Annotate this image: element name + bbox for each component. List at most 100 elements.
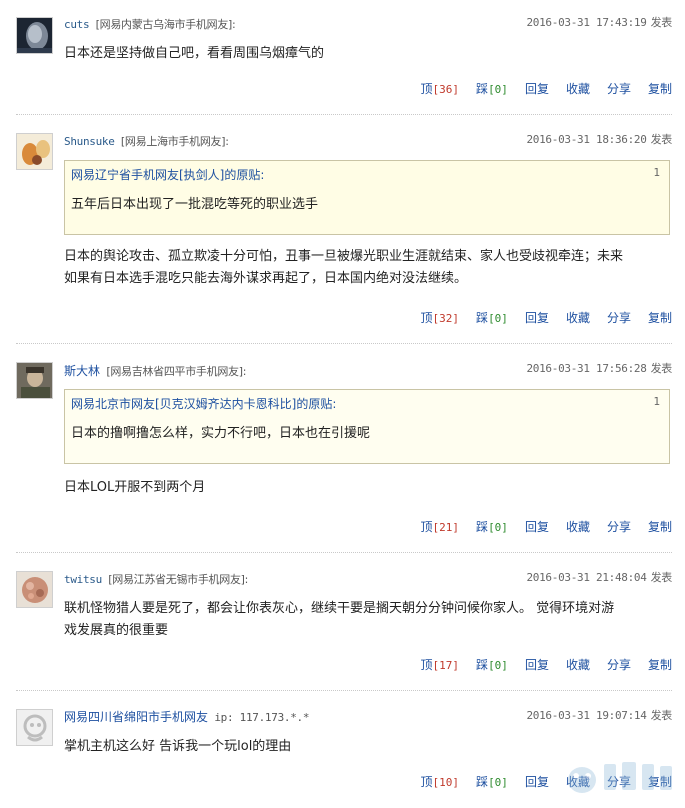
comment-time: 2016-03-31 18:36:20 发表 [526, 131, 672, 147]
publish-label: 发表 [650, 362, 673, 375]
ip-address: 117.173.*.* [239, 711, 310, 724]
quote-floor-number: 1 [653, 395, 660, 408]
collect-button[interactable]: 收藏 [566, 80, 590, 97]
downvote-button[interactable]: 踩[0] [476, 656, 508, 673]
downvote-label: 踩 [476, 775, 489, 789]
comment-text: 联机怪物猎人要是死了，都会让你表灰心，继续干要是搁天朝分分钟问候你家人。 觉得环… [64, 598, 672, 642]
reply-button[interactable]: 回复 [525, 656, 549, 673]
upvote-count: [10] [432, 776, 460, 789]
username[interactable]: cuts [64, 18, 90, 31]
share-button[interactable]: 分享 [607, 656, 631, 673]
publish-label: 发表 [650, 16, 673, 29]
share-button[interactable]: 分享 [607, 309, 631, 326]
comment-text-line: 如果有日本选手混吃只能去海外谋求再起了，日本国内绝对没法继续。 [64, 271, 468, 286]
timestamp: 2016-03-31 19:07:14 [526, 709, 647, 722]
collect-button[interactable]: 收藏 [566, 656, 590, 673]
reply-button[interactable]: 回复 [525, 518, 549, 535]
quote-text: 五年后日本出现了一批混吃等死的职业选手 [71, 197, 319, 212]
comment-actions: 顶[32] 踩[0] 回复 收藏 分享 复制 [404, 309, 672, 326]
publish-label: 发表 [650, 571, 673, 584]
copy-button[interactable]: 复制 [648, 656, 672, 673]
upvote-count: [21] [432, 521, 460, 534]
username[interactable]: 斯大林 [64, 364, 100, 378]
avatar[interactable] [16, 571, 53, 608]
timestamp: 2016-03-31 17:43:19 [526, 16, 647, 29]
downvote-count: [0] [488, 83, 508, 96]
comment-time: 2016-03-31 17:56:28 发表 [526, 360, 672, 376]
upvote-button[interactable]: 顶[21] [421, 518, 460, 535]
user-location: [网易江苏省无锡市手机网友]: [108, 573, 249, 586]
timestamp: 2016-03-31 21:48:04 [526, 571, 647, 584]
comment-divider [16, 114, 672, 115]
collect-button[interactable]: 收藏 [566, 518, 590, 535]
reply-button[interactable]: 回复 [525, 80, 549, 97]
downvote-button[interactable]: 踩[0] [476, 80, 508, 97]
username[interactable]: twitsu [64, 573, 102, 586]
avatar[interactable] [16, 362, 53, 399]
publish-label: 发表 [650, 133, 673, 146]
comment-time: 2016-03-31 19:07:14 发表 [526, 707, 672, 723]
comment-divider [16, 552, 672, 553]
comment-divider [16, 690, 672, 691]
quoted-post: 网易辽宁省手机网友[执剑人]的原贴: 1 五年后日本出现了一批混吃等死的职业选手 [64, 160, 670, 235]
user-location: [网易上海市手机网友]: [120, 135, 229, 148]
downvote-button[interactable]: 踩[0] [476, 773, 508, 790]
quoted-post: 网易北京市网友[贝克汉姆齐达内卡恩科比]的原贴: 1 日本的撸啊撸怎么样，实力不… [64, 389, 670, 464]
downvote-label: 踩 [476, 311, 489, 325]
copy-button[interactable]: 复制 [648, 518, 672, 535]
user-location: [网易吉林省四平市手机网友]: [106, 365, 247, 378]
downvote-label: 踩 [476, 520, 489, 534]
comment-actions: 顶[36] 踩[0] 回复 收藏 分享 复制 [404, 80, 672, 97]
comment-text: 日本还是坚持做自己吧，看看周围乌烟瘴气的 [64, 46, 325, 61]
comment-actions: 顶[17] 踩[0] 回复 收藏 分享 复制 [404, 656, 672, 673]
user-location: [网易内蒙古乌海市手机网友]: [95, 18, 236, 31]
upvote-label: 顶 [420, 311, 433, 325]
downvote-label: 踩 [476, 658, 489, 672]
quote-text: 日本的撸啊撸怎么样，实力不行吧，日本也在引援呢 [71, 426, 371, 441]
comment-meta: 斯大林 [网易吉林省四平市手机网友]: [64, 362, 246, 379]
upvote-label: 顶 [420, 658, 433, 672]
comment-time: 2016-03-31 21:48:04 发表 [526, 569, 672, 585]
downvote-button[interactable]: 踩[0] [476, 518, 508, 535]
reply-button[interactable]: 回复 [525, 773, 549, 790]
upvote-label: 顶 [420, 775, 433, 789]
timestamp: 2016-03-31 17:56:28 [526, 362, 647, 375]
downvote-count: [0] [488, 521, 508, 534]
username[interactable]: 网易四川省绵阳市手机网友 [64, 710, 208, 724]
ip-label: ip: [214, 711, 234, 724]
comment-text: 日本LOL开服不到两个月 [64, 480, 206, 495]
share-button[interactable]: 分享 [607, 518, 631, 535]
upvote-button[interactable]: 顶[10] [421, 773, 460, 790]
copy-button[interactable]: 复制 [648, 80, 672, 97]
upvote-count: [17] [432, 659, 460, 672]
comment-actions: 顶[21] 踩[0] 回复 收藏 分享 复制 [404, 518, 672, 535]
username[interactable]: Shunsuke [64, 135, 115, 148]
quote-header[interactable]: 网易北京市网友[贝克汉姆齐达内卡恩科比]的原贴: [71, 395, 336, 412]
upvote-button[interactable]: 顶[32] [421, 309, 460, 326]
comment-text-line: 戏发展真的很重要 [64, 623, 169, 638]
upvote-count: [36] [432, 83, 460, 96]
watermark-logo [562, 752, 685, 804]
upvote-count: [32] [432, 312, 460, 325]
comment-meta: 网易四川省绵阳市手机网友 ip: 117.173.*.* [64, 708, 310, 725]
downvote-count: [0] [488, 659, 508, 672]
upvote-label: 顶 [420, 82, 433, 96]
downvote-label: 踩 [476, 82, 489, 96]
comment-text-line: 联机怪物猎人要是死了，都会让你表灰心，继续干要是搁天朝分分钟问候你家人。 觉得环… [64, 601, 615, 616]
downvote-button[interactable]: 踩[0] [476, 309, 508, 326]
upvote-button[interactable]: 顶[36] [421, 80, 460, 97]
share-button[interactable]: 分享 [607, 80, 631, 97]
collect-button[interactable]: 收藏 [566, 309, 590, 326]
comment-time: 2016-03-31 17:43:19 发表 [526, 14, 672, 30]
upvote-button[interactable]: 顶[17] [421, 656, 460, 673]
avatar[interactable] [16, 133, 53, 170]
comment-meta: cuts [网易内蒙古乌海市手机网友]: [64, 16, 236, 32]
avatar[interactable] [16, 709, 53, 746]
comment-text: 日本的舆论攻击、孤立欺凌十分可怕，丑事一旦被爆光职业生涯就结束、家人也受歧视牵连… [64, 246, 672, 290]
copy-button[interactable]: 复制 [648, 309, 672, 326]
reply-button[interactable]: 回复 [525, 309, 549, 326]
upvote-label: 顶 [420, 520, 433, 534]
quote-floor-number: 1 [653, 166, 660, 179]
avatar[interactable] [16, 17, 53, 54]
quote-header[interactable]: 网易辽宁省手机网友[执剑人]的原贴: [71, 166, 264, 183]
